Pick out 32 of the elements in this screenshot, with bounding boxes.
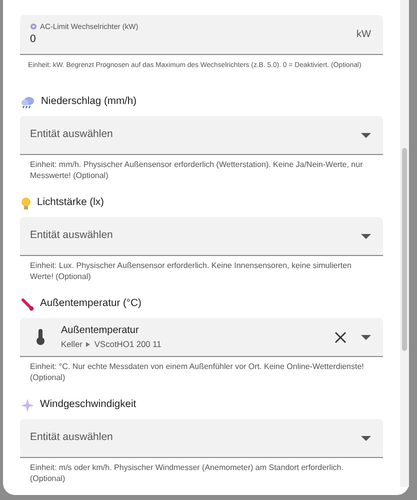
wind-icon (21, 398, 34, 412)
rain-cloud-icon (21, 96, 35, 108)
section-heading: Windgeschwindigkeit (40, 398, 136, 412)
unit-suffix: kW (356, 28, 371, 42)
dropdown-caret-icon[interactable] (361, 234, 371, 238)
light-bulb-icon (21, 196, 31, 210)
select-placeholder: Entität auswählen (30, 228, 114, 244)
select-placeholder: Entität auswählen (30, 430, 114, 446)
dropdown-caret-icon[interactable] (361, 334, 371, 340)
entity-select-field[interactable]: Entität auswählen (20, 217, 383, 256)
dropdown-caret-icon[interactable] (361, 132, 371, 138)
thermometer-icon (21, 298, 34, 310)
separator-triangle-icon (86, 342, 90, 346)
helper-text: Einheit: °C. Nur echte Messdaten von einem Außenfühler vor Ort. Keine Online-Wetterdienste! (Optional) (29, 361, 365, 383)
select-placeholder: Entität auswählen (30, 127, 114, 142)
helper-text: Einheit: Lux. Physischer Außensensor erforderlich. Keine Innensensoren, keine simulierten Werte! (Optional) (29, 260, 353, 282)
entity-area: Keller (61, 338, 82, 350)
helper-text: Einheit: m/s oder km/h. Physischer Windmesser (Anemometer) am Standort erforderlich. (Optional) (29, 462, 344, 484)
helper-text: Einheit: mm/h. Physischer Außensensor erforderlich (Wetterstation). Keine Ja/Nein-Werte, nur Messwerte! (Optional) (29, 159, 364, 181)
section-heading: Lichtstärke (lx) (37, 196, 104, 210)
entity-select-field[interactable]: Außentemperatur Keller VScotHO1 200 11 (20, 318, 383, 357)
entity-device: VScotHO1 200 11 (94, 338, 162, 350)
dropdown-caret-icon[interactable] (361, 436, 371, 440)
thermometer-icon (36, 329, 45, 345)
scrollbar-thumb[interactable] (402, 148, 407, 351)
field-value: 0 (30, 32, 37, 48)
clear-icon[interactable] (335, 332, 346, 342)
section-heading: Außentemperatur (°C) (40, 297, 142, 312)
entity-select-field[interactable]: Entität auswählen (20, 116, 383, 155)
section-heading: Niederschlag (mm/h) (41, 95, 137, 110)
entity-select-field[interactable]: Entität auswählen (20, 419, 383, 458)
entity-name: Außentemperatur (61, 324, 140, 338)
